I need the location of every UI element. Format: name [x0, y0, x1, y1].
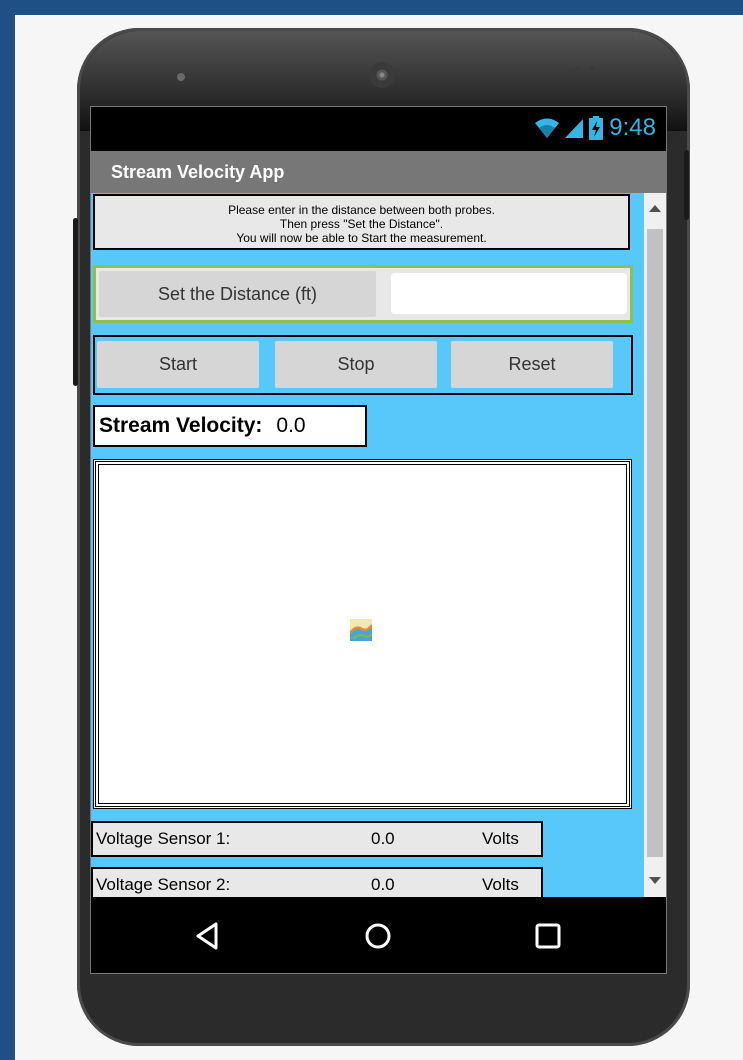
voltage-sensor-1-label: Voltage Sensor 1:	[96, 829, 231, 848]
front-camera	[177, 73, 185, 81]
stream-velocity-value: 0.0	[276, 414, 306, 437]
stream-velocity-label: Stream Velocity:	[99, 414, 263, 437]
voltage-sensor-1-row: Voltage Sensor 1: 0.0 Volts	[91, 821, 543, 857]
control-button-row: Start Stop Reset	[93, 335, 633, 395]
power-button[interactable]	[684, 150, 689, 220]
distance-row: Set the Distance (ft)	[93, 265, 633, 323]
back-icon[interactable]	[191, 919, 225, 953]
scrollbar-thumb[interactable]	[647, 229, 663, 857]
signal-icon	[565, 119, 584, 138]
earpiece-speaker	[369, 62, 395, 88]
navigation-bar	[91, 897, 666, 973]
stop-button[interactable]: Stop	[275, 341, 437, 388]
proximity-sensor	[575, 66, 581, 72]
light-sensor	[589, 66, 595, 72]
scroll-up-arrow-icon[interactable]	[649, 205, 661, 212]
graph-canvas[interactable]	[93, 459, 632, 809]
recents-icon[interactable]	[531, 919, 565, 953]
start-button[interactable]: Start	[97, 341, 259, 388]
voltage-sensor-2-label: Voltage Sensor 2:	[96, 875, 231, 894]
battery-charging-icon	[589, 116, 604, 140]
volume-button[interactable]	[73, 218, 78, 386]
app-content: Please enter in the distance between bot…	[91, 193, 644, 897]
instructions-line-1: Please enter in the distance between bot…	[228, 203, 495, 217]
voltage-sensor-2-unit: Volts	[482, 875, 519, 894]
instructions-panel: Please enter in the distance between bot…	[93, 194, 630, 250]
instructions-line-2: Then press "Set the Distance".	[279, 217, 444, 231]
broken-image-icon	[350, 619, 372, 641]
phone-screen: 9:48 Stream Velocity App Please enter in…	[90, 106, 667, 974]
stream-velocity-display: Stream Velocity: 0.0	[93, 405, 367, 447]
app-title-bar: Stream Velocity App	[91, 151, 666, 193]
home-icon[interactable]	[361, 919, 395, 953]
voltage-sensor-2-row: Voltage Sensor 2: 0.0 Volts	[91, 867, 543, 897]
wifi-icon	[535, 118, 560, 138]
instructions-line-3: You will now be able to Start the measur…	[236, 231, 487, 245]
status-bar: 9:48	[91, 107, 666, 151]
reset-button[interactable]: Reset	[451, 341, 613, 388]
voltage-sensor-1-value: 0.0	[371, 829, 395, 848]
app-title: Stream Velocity App	[111, 162, 285, 182]
voltage-sensor-2-value: 0.0	[371, 875, 395, 894]
status-time: 9:48	[609, 114, 656, 141]
vertical-scrollbar[interactable]	[644, 193, 666, 897]
scroll-down-arrow-icon[interactable]	[649, 877, 661, 884]
distance-input[interactable]	[391, 273, 627, 314]
voltage-sensor-1-unit: Volts	[482, 829, 519, 848]
set-distance-button[interactable]: Set the Distance (ft)	[99, 271, 376, 317]
